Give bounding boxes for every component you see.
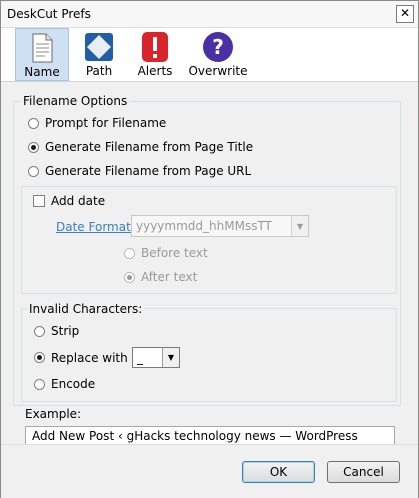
add-date-checkbox[interactable]: [33, 195, 45, 207]
svg-text:?: ?: [212, 35, 224, 59]
replacement-char-select[interactable]: _ ▼: [132, 347, 180, 368]
close-button[interactable]: ✕: [396, 5, 414, 23]
invalid-characters-title: Invalid Characters:: [27, 302, 145, 316]
tab-label: Alerts: [137, 64, 173, 78]
after-text-radio[interactable]: [124, 272, 135, 283]
document-icon: [32, 33, 53, 63]
before-text-label: Before text: [141, 246, 208, 260]
replacement-char-value: _: [137, 351, 143, 365]
after-text-label: After text: [141, 270, 198, 284]
date-format-value: yyyymmdd_hhMMssTT: [136, 219, 272, 233]
strip-radio[interactable]: [34, 326, 45, 337]
replace-label: Replace with: [51, 351, 128, 365]
tab-label: Path: [85, 64, 113, 78]
tab-label: Overwrite: [188, 64, 248, 78]
chevron-down-icon: ▼: [162, 348, 179, 367]
add-date-label: Add date: [51, 194, 106, 208]
date-format-link[interactable]: Date Format: [56, 220, 131, 234]
strip-label: Strip: [51, 324, 80, 338]
tab-alerts[interactable]: Alerts: [129, 28, 181, 81]
window-title: DeskCut Prefs: [7, 7, 91, 21]
tab-overwrite[interactable]: ? Overwrite: [185, 28, 251, 81]
diamond-icon: [85, 33, 113, 61]
example-title: Example:: [25, 407, 82, 421]
encode-label: Encode: [51, 377, 96, 391]
example-text: Add New Post ‹ gHacks technology news — …: [32, 429, 358, 443]
warning-icon: [142, 32, 168, 62]
replace-radio[interactable]: [34, 352, 45, 363]
prompt-filename-label: Prompt for Filename: [45, 116, 167, 130]
tab-name[interactable]: Name: [15, 28, 69, 81]
chevron-down-icon: ▼: [291, 216, 308, 236]
ok-button[interactable]: OK: [242, 461, 315, 483]
url-filename-radio[interactable]: [28, 166, 39, 177]
tab-path[interactable]: Path: [73, 28, 125, 81]
prompt-filename-radio[interactable]: [28, 118, 39, 129]
url-filename-label: Generate Filename from Page URL: [45, 164, 252, 178]
before-text-radio[interactable]: [124, 248, 135, 259]
title-bar: DeskCut Prefs ✕: [1, 1, 418, 28]
button-bar: OK Cancel: [1, 444, 418, 498]
tab-label: Name: [24, 65, 60, 79]
title-filename-radio[interactable]: [28, 142, 39, 153]
date-format-select[interactable]: yyyymmdd_hhMMssTT ▼: [131, 215, 309, 237]
question-icon: ?: [203, 32, 233, 62]
filename-options-title: Filename Options: [21, 94, 130, 108]
prefs-toolbar: Name Path Alerts ? Overwrite: [1, 28, 418, 82]
cancel-button[interactable]: Cancel: [327, 461, 400, 483]
title-filename-label: Generate Filename from Page Title: [45, 140, 254, 154]
example-preview: Add New Post ‹ gHacks technology news — …: [25, 426, 395, 444]
encode-radio[interactable]: [34, 379, 45, 390]
prefs-window: DeskCut Prefs ✕ Name Path Alerts ? Overw…: [0, 0, 419, 498]
